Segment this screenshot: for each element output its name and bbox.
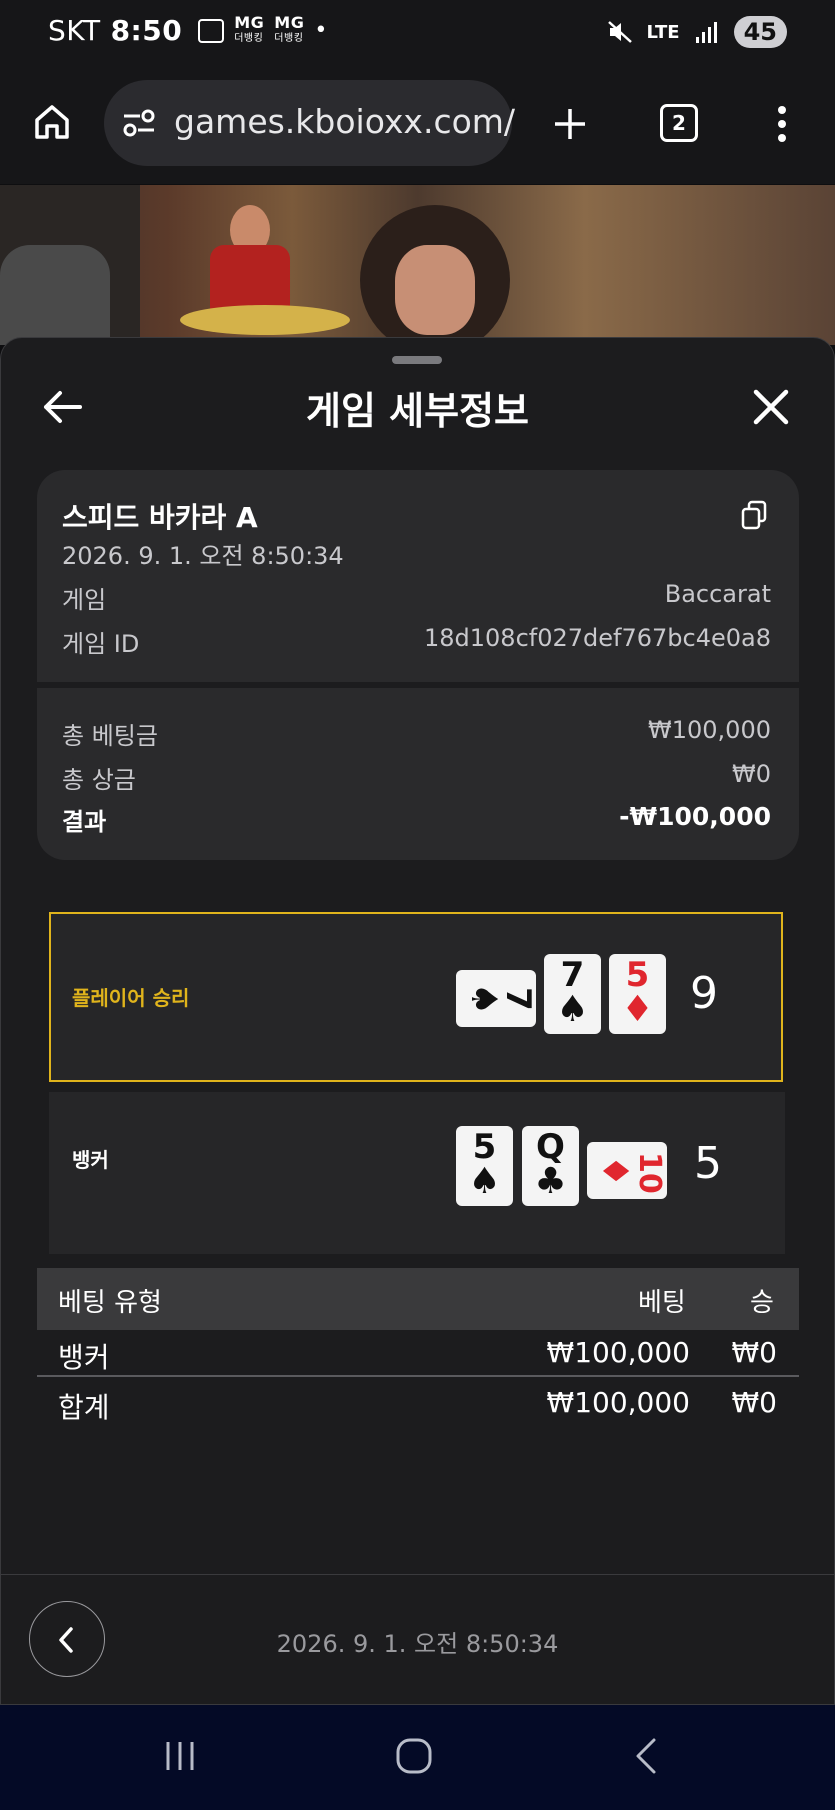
table-divider bbox=[37, 1375, 799, 1377]
game-name: 스피드 바카라 A bbox=[62, 501, 258, 534]
card-rank: 10 bbox=[632, 1152, 667, 1194]
banker-card-1: 5 ♠ bbox=[456, 1126, 513, 1206]
bet-row-amount: ₩100,000 bbox=[546, 1336, 690, 1369]
bet-row-win: ₩0 bbox=[731, 1336, 778, 1369]
diamond-icon: ♦ bbox=[621, 989, 654, 1030]
footer-datetime: 2026. 9. 1. 오전 8:50:34 bbox=[276, 1630, 559, 1658]
player-card-2: 7 ♠ bbox=[544, 954, 601, 1034]
spade-icon: ♠ bbox=[556, 989, 589, 1030]
total-row-win: ₩0 bbox=[731, 1386, 778, 1419]
recent-apps-icon[interactable] bbox=[162, 1738, 198, 1774]
banker-hand-row bbox=[49, 1092, 785, 1254]
player-score: 9 bbox=[690, 968, 718, 1019]
game-id-value: 18d108cf027def767bc4e0a8 bbox=[423, 624, 771, 652]
new-tab-icon[interactable] bbox=[552, 106, 588, 142]
player-card-1: 7 ♠ bbox=[456, 970, 536, 1027]
home-nav-icon[interactable] bbox=[394, 1736, 434, 1776]
back-nav-icon[interactable] bbox=[632, 1736, 660, 1776]
result-value: -₩100,000 bbox=[619, 802, 771, 831]
carrier: SKT bbox=[48, 14, 101, 47]
clock: 8:50 bbox=[110, 14, 183, 47]
total-bet-label: 총 베팅금 bbox=[62, 722, 158, 750]
copy-icon[interactable] bbox=[740, 500, 768, 530]
live-video-background bbox=[0, 185, 835, 345]
club-icon: ♣ bbox=[534, 1161, 567, 1202]
spade-icon: ♠ bbox=[468, 1161, 501, 1202]
signal-icon bbox=[695, 22, 717, 43]
drag-handle[interactable] bbox=[392, 356, 442, 364]
notif-mg-2: MG 더뱅킹 bbox=[274, 12, 305, 44]
total-row-label: 합계 bbox=[58, 1391, 110, 1424]
battery-indicator: 45 bbox=[733, 16, 787, 48]
close-icon[interactable] bbox=[752, 388, 790, 426]
network-type: LTE bbox=[646, 21, 680, 43]
card-rank: 7 bbox=[560, 955, 585, 995]
player-card-3: 5 ♦ bbox=[609, 954, 666, 1034]
col-win: 승 bbox=[750, 1288, 774, 1318]
result-label: 결과 bbox=[62, 808, 107, 836]
banker-label: 뱅커 bbox=[72, 1148, 109, 1172]
banker-card-2: Q ♣ bbox=[522, 1126, 579, 1206]
game-id-label: 게임 ID bbox=[62, 630, 140, 658]
status-left: SKT 8:50 MG 더뱅킹 MG 더뱅킹 • bbox=[48, 14, 328, 47]
total-bet-value: ₩100,000 bbox=[648, 716, 771, 744]
total-row-amount: ₩100,000 bbox=[546, 1386, 690, 1419]
total-win-value: ₩0 bbox=[732, 760, 771, 788]
more-menu-icon[interactable] bbox=[772, 104, 792, 144]
mute-icon bbox=[607, 21, 632, 43]
status-right: LTE 45 bbox=[607, 16, 787, 48]
card-rank: 7 bbox=[498, 987, 536, 1011]
tab-switcher-button[interactable]: 2 bbox=[660, 104, 698, 142]
game-type-label: 게임 bbox=[62, 586, 107, 614]
site-settings-icon[interactable] bbox=[122, 108, 156, 138]
banker-card-3: 10 ♦ bbox=[587, 1142, 667, 1199]
gallery-icon bbox=[198, 18, 225, 43]
col-bet-type: 베팅 유형 bbox=[58, 1288, 162, 1318]
url-text[interactable]: games.kboioxx.com/ bbox=[174, 102, 515, 141]
sheet-title: 게임 세부정보 bbox=[306, 389, 529, 433]
card-rank: Q bbox=[536, 1127, 565, 1167]
dot-icon: • bbox=[314, 18, 328, 43]
game-type-value: Baccarat bbox=[664, 580, 771, 608]
diamond-icon: ♦ bbox=[594, 1154, 635, 1188]
home-icon[interactable] bbox=[32, 102, 72, 142]
bet-summary-card bbox=[37, 688, 799, 860]
player-result-label: 플레이어 승리 bbox=[72, 986, 190, 1010]
total-win-label: 총 상금 bbox=[62, 766, 136, 794]
card-rank: 5 bbox=[625, 955, 650, 995]
spade-icon: ♠ bbox=[463, 982, 504, 1016]
col-bet: 베팅 bbox=[638, 1288, 686, 1318]
bet-row-type: 뱅커 bbox=[58, 1341, 110, 1374]
banker-score: 5 bbox=[694, 1138, 722, 1189]
card-rank: 5 bbox=[472, 1127, 497, 1167]
notif-mg: MG 더뱅킹 bbox=[234, 12, 265, 44]
footer-divider bbox=[0, 1574, 835, 1575]
game-datetime: 2026. 9. 1. 오전 8:50:34 bbox=[62, 542, 344, 570]
